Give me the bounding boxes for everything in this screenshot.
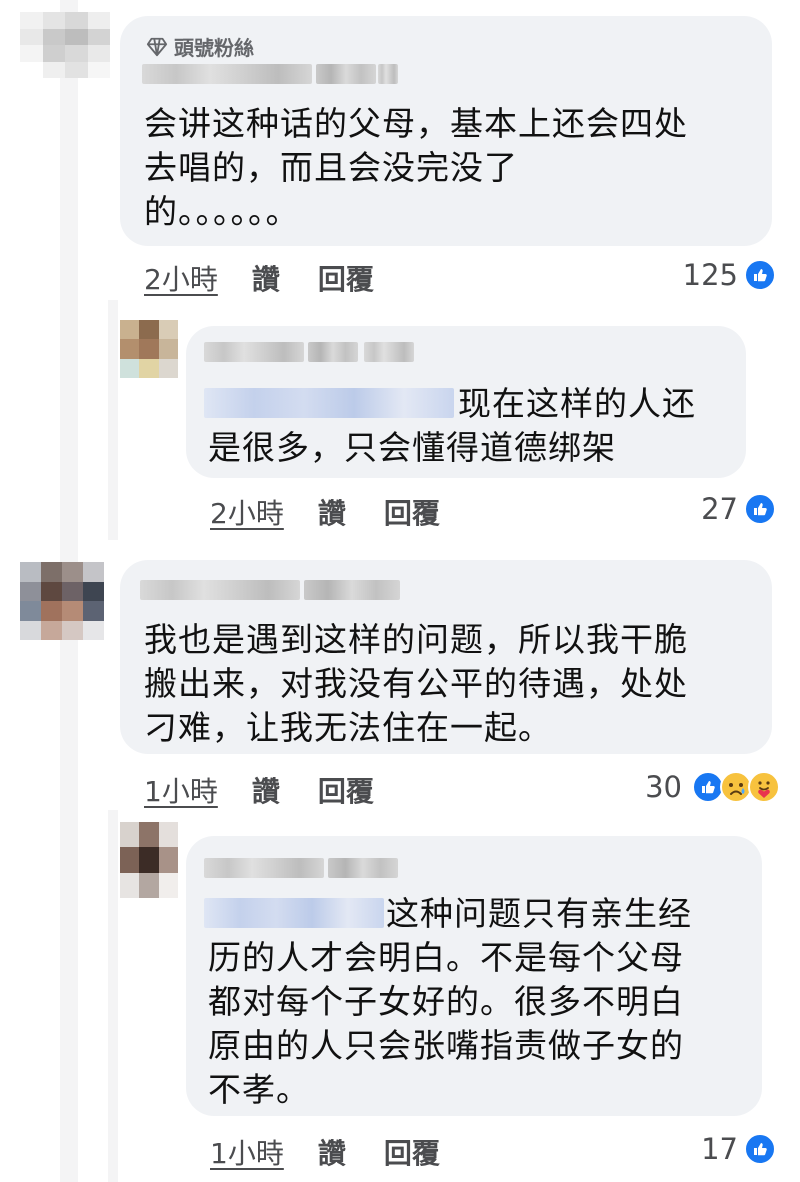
comment-text-line: 会讲这种话的父母，基本上还会四处 <box>144 104 688 143</box>
reply-bubble: 这种问题只有亲生经 历的人才会明白。不是每个父母 都对每个子女好的。很多不明白 … <box>186 836 762 1116</box>
comment-text-line: 这种问题只有亲生经 <box>386 894 692 933</box>
blurred-username[interactable] <box>140 580 300 600</box>
badge-label: 頭號粉絲 <box>174 36 254 60</box>
reply-text: 是很多，只会懂得道德绑架 <box>208 426 616 470</box>
blurred-username[interactable] <box>308 342 358 362</box>
comment-text-line: 我也是遇到这样的问题，所以我干脆 <box>144 620 688 659</box>
mention-tag[interactable] <box>204 898 384 928</box>
reply-text: 历的人才会明白。不是每个父母 都对每个子女好的。很多不明白 原由的人只会张嘴指责… <box>208 936 684 1112</box>
comment-bubble: 我也是遇到这样的问题，所以我干脆 搬出来，对我没有公平的待遇，处处 刁难，让我无… <box>120 560 772 754</box>
avatar[interactable] <box>20 562 104 640</box>
reply-bubble: 现在这样的人还 是很多，只会懂得道德绑架 <box>186 326 746 478</box>
reaction-count: 17 <box>701 1132 738 1166</box>
top-fan-badge: 頭號粉絲 <box>146 32 254 61</box>
care-icon <box>748 771 780 803</box>
reaction-summary[interactable]: 17 <box>701 1132 776 1166</box>
like-button[interactable]: 讚 <box>318 1132 346 1172</box>
like-icon <box>744 493 776 525</box>
blurred-username[interactable] <box>142 64 312 84</box>
comment-actions: 2小時 讚 回覆 <box>144 258 412 298</box>
comment-actions: 1小時 讚 回覆 <box>210 1132 478 1172</box>
like-button[interactable]: 讚 <box>318 492 346 532</box>
avatar[interactable] <box>120 822 178 898</box>
like-icon <box>744 259 776 291</box>
reaction-count: 125 <box>682 258 738 292</box>
diamond-icon <box>146 37 168 56</box>
comment-actions: 1小時 讚 回覆 <box>144 770 412 810</box>
reaction-count: 30 <box>645 770 682 804</box>
blurred-username[interactable] <box>204 858 324 878</box>
blurred-username[interactable] <box>316 64 376 84</box>
timestamp-link[interactable]: 1小時 <box>144 770 218 810</box>
blurred-username[interactable] <box>378 64 398 84</box>
comment-text-line: 的。。。。。。 <box>144 192 300 231</box>
reply-button[interactable]: 回覆 <box>318 770 374 810</box>
like-button[interactable]: 讚 <box>252 770 280 810</box>
comment-text-line: 是很多，只会懂得道德绑架 <box>208 428 616 467</box>
reply-text: 这种问题只有亲生经 <box>386 892 746 936</box>
reply-button[interactable]: 回覆 <box>318 258 374 298</box>
reply-button[interactable]: 回覆 <box>384 1132 440 1172</box>
reaction-summary[interactable]: 125 <box>683 258 776 292</box>
reply-text: 现在这样的人还 <box>458 382 738 426</box>
reply-button[interactable]: 回覆 <box>384 492 440 532</box>
comment-text: 会讲这种话的父母，基本上还会四处 去唱的，而且会没完没了 的。。。。。。 <box>144 102 688 234</box>
comment-bubble: 頭號粉絲 会讲这种话的父母，基本上还会四处 去唱的，而且会没完没了 的。。。。。… <box>120 16 772 246</box>
comment-actions: 2小時 讚 回覆 <box>210 492 478 532</box>
timestamp-link[interactable]: 1小時 <box>210 1132 284 1172</box>
blurred-username[interactable] <box>304 580 400 600</box>
blurred-username[interactable] <box>364 342 414 362</box>
thread-line <box>108 300 118 540</box>
reaction-summary[interactable]: 27 <box>701 492 776 526</box>
blurred-username[interactable] <box>204 342 304 362</box>
comment-text: 我也是遇到这样的问题，所以我干脆 搬出来，对我没有公平的待遇，处处 刁难，让我无… <box>144 618 688 750</box>
comment-text-line: 去唱的，而且会没完没了 <box>144 148 518 187</box>
reaction-count: 27 <box>701 492 738 526</box>
thread-line <box>108 810 118 1182</box>
comment-text-line: 历的人才会明白。不是每个父母 <box>208 938 684 977</box>
timestamp-link[interactable]: 2小時 <box>144 258 218 298</box>
comment-text-line: 原由的人只会张嘴指责做子女的 <box>208 1026 684 1065</box>
avatar[interactable] <box>120 320 178 378</box>
comment-text-line: 都对每个子女好的。很多不明白 <box>208 982 684 1021</box>
blurred-username[interactable] <box>328 858 398 878</box>
comment-text-line: 搬出来，对我没有公平的待遇，处处 <box>144 664 688 703</box>
mention-tag[interactable] <box>204 388 454 418</box>
comment-text-line: 不孝。 <box>208 1070 310 1109</box>
comment-text-line: 现在这样的人还 <box>458 384 696 423</box>
timestamp-link[interactable]: 2小時 <box>210 492 284 532</box>
comment-text-line: 刁难，让我无法住在一起。 <box>144 708 552 747</box>
like-button[interactable]: 讚 <box>252 258 280 298</box>
avatar[interactable] <box>20 12 110 78</box>
reaction-summary[interactable]: 30 <box>645 770 780 804</box>
like-icon <box>744 1133 776 1165</box>
